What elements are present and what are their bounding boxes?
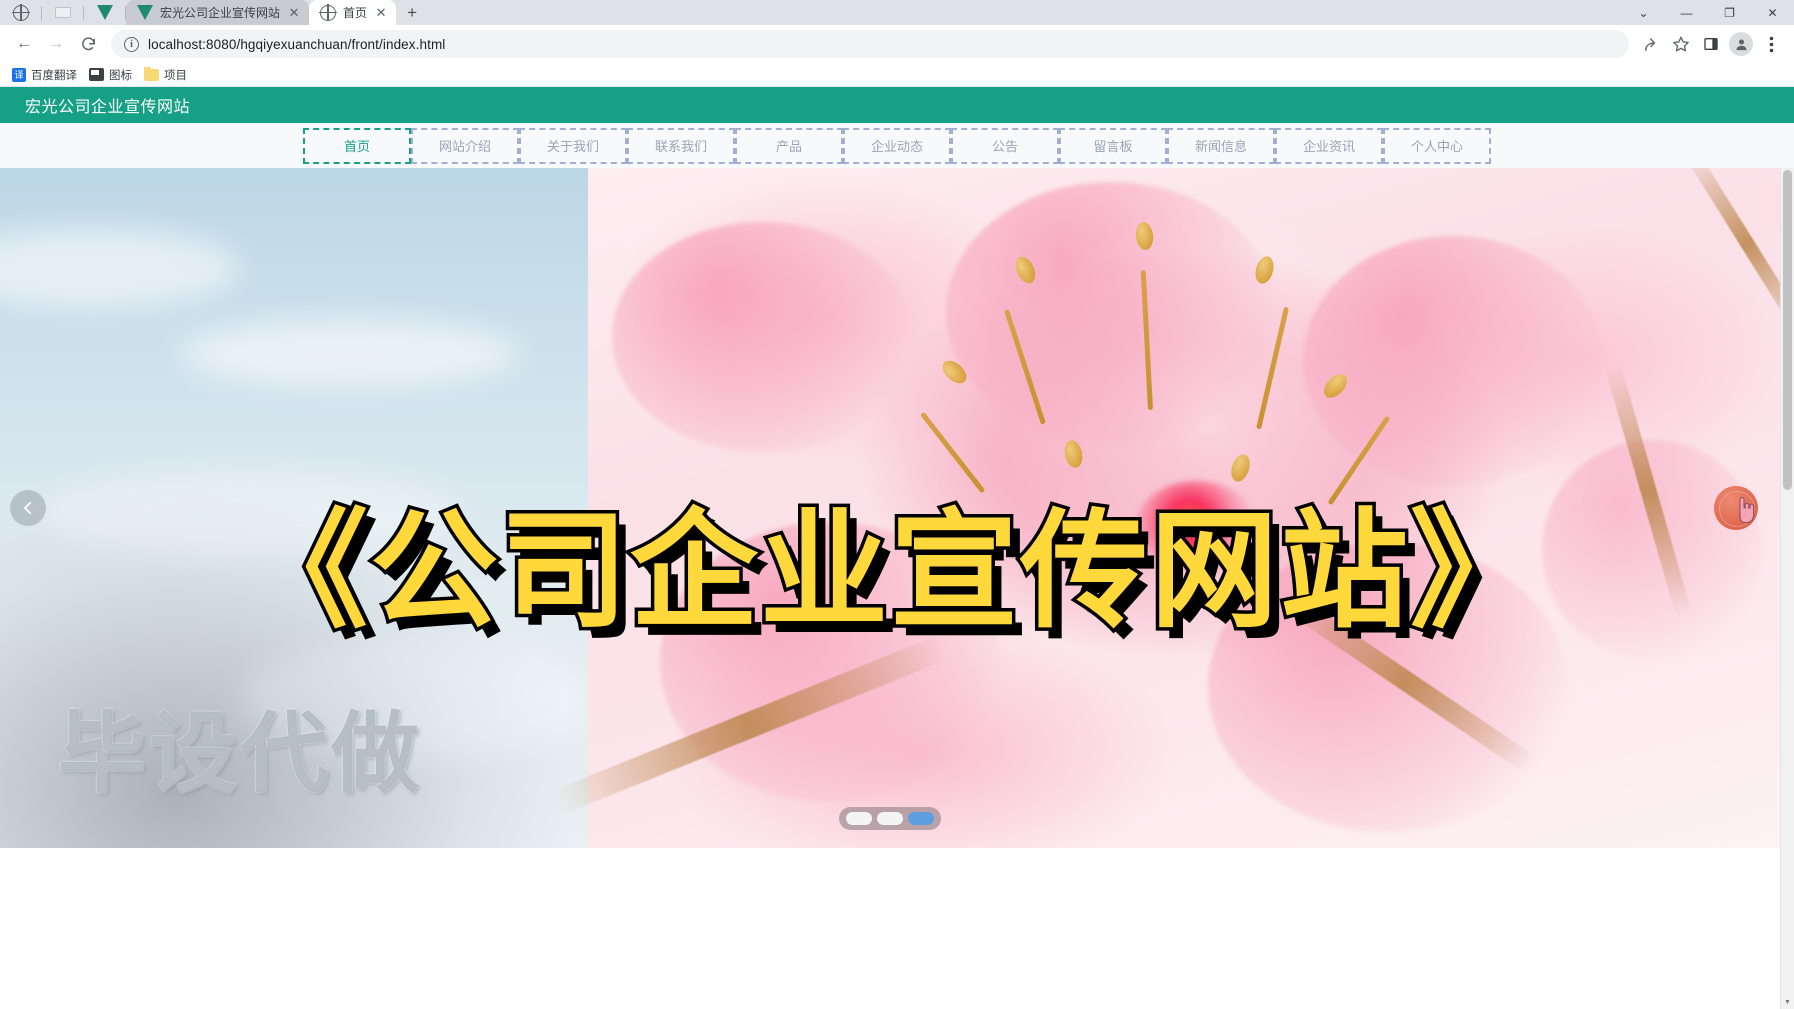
vue-logo-icon [97,5,113,20]
nav-item-contact-us[interactable]: 联系我们 [627,127,735,164]
reload-button[interactable] [72,28,104,60]
tab-strip: 宏光公司企业宣传网站 ✕ 首页 ✕ + ⌄ — ❐ ✕ [0,0,1794,25]
nav-item-home[interactable]: 首页 [303,127,411,164]
nav-item-announcements[interactable]: 公告 [951,127,1059,164]
tab-title: 首页 [343,6,368,20]
mini-tab-vue[interactable] [84,0,126,25]
nav-item-products[interactable]: 产品 [735,127,843,164]
browser-toolbar: ← → i localhost:8080/hgqiyexuanchuan/fro… [0,25,1794,63]
hero-carousel[interactable]: 《公司企业宣传网站》 毕设代做 ‹ [0,168,1780,848]
new-tab-button[interactable]: + [398,0,426,25]
bookmark-label: 百度翻译 [31,69,77,82]
maximize-button[interactable]: ❐ [1708,0,1751,25]
reload-icon [81,36,95,50]
browser-window: 宏光公司企业宣传网站 ✕ 首页 ✕ + ⌄ — ❐ ✕ ← → i localh… [0,0,1794,1009]
watermark-text: 毕设代做 [58,702,423,805]
bookmark-icons[interactable]: 图标 [87,65,138,85]
bookmarks-bar: 译 百度翻译 图标 项目 [0,63,1794,87]
scrollbar-thumb[interactable] [1783,170,1792,490]
bookmark-label: 项目 [164,69,187,82]
vue-logo-icon [137,5,153,20]
bookmark-label: 图标 [109,69,132,82]
site-info-icon[interactable]: i [124,36,139,52]
forward-button[interactable]: → [40,28,72,60]
mini-tab-globe[interactable] [0,0,42,25]
side-panel-icon[interactable] [1696,29,1726,59]
nav-item-company-updates[interactable]: 企业动态 [843,127,951,164]
mouse-cursor-pointer-icon [1736,496,1758,524]
page-scrollbar[interactable]: ▲ ▼ [1780,168,1794,1009]
close-icon[interactable]: ✕ [374,6,388,20]
nav-item-personal-center[interactable]: 个人中心 [1383,127,1491,164]
carousel-indicator-1[interactable] [846,812,872,825]
close-icon[interactable]: ✕ [287,6,301,20]
url-text: localhost:8080/hgqiyexuanchuan/front/ind… [148,36,446,52]
bookmark-baidu-translate[interactable]: 译 百度翻译 [10,65,83,85]
tab-search-chevron-icon[interactable]: ⌄ [1622,0,1665,25]
share-icon[interactable] [1636,29,1666,59]
three-dot-menu-icon[interactable] [1756,29,1786,59]
nav-item-message-board[interactable]: 留言板 [1059,127,1167,164]
avatar [1729,32,1753,56]
carousel-indicator-3[interactable] [908,812,934,825]
address-bar[interactable]: i localhost:8080/hgqiyexuanchuan/front/i… [111,30,1629,58]
nav-item-site-intro[interactable]: 网站介绍 [411,127,519,164]
minimize-button[interactable]: — [1665,0,1708,25]
tab-index-page[interactable]: 首页 ✕ [309,0,397,25]
bookmark-project-folder[interactable]: 项目 [142,65,193,85]
window-controls: ⌄ — ❐ ✕ [1622,0,1794,25]
carousel-headline: 《公司企业宣传网站》 [236,497,1541,646]
nav-item-company-news[interactable]: 企业资讯 [1275,127,1383,164]
carousel-indicator-2[interactable] [877,812,903,825]
tab-title: 宏光公司企业宣传网站 [160,6,281,20]
image-flag-icon [89,68,104,81]
site-header: 宏光公司企业宣传网站 [0,87,1794,123]
globe-icon [319,3,337,22]
close-window-button[interactable]: ✕ [1751,0,1794,25]
tab-hongguang-site[interactable]: 宏光公司企业宣传网站 ✕ [126,0,310,25]
folder-icon [144,66,159,81]
mini-tab-blank[interactable] [42,0,84,25]
page-title: 宏光公司企业宣传网站 [25,99,191,116]
carousel-prev-button[interactable]: ‹ [10,490,46,526]
translate-icon: 译 [12,67,26,82]
carousel-indicators[interactable] [839,807,941,830]
star-icon[interactable] [1666,29,1696,59]
nav-items: 首页 网站介绍 关于我们 联系我们 产品 企业动态 公告 留言板 新闻信息 企业… [303,127,1491,164]
site-navigation: 首页 网站介绍 关于我们 联系我们 产品 企业动态 公告 留言板 新闻信息 企业… [0,123,1794,168]
profile-avatar-icon[interactable] [1726,29,1756,59]
globe-icon [12,3,30,22]
nav-item-about-us[interactable]: 关于我们 [519,127,627,164]
blank-page-icon [55,7,71,18]
back-button[interactable]: ← [8,28,40,60]
page-viewport: 宏光公司企业宣传网站 首页 网站介绍 关于我们 联系我们 产品 企业动态 公告 … [0,87,1794,1009]
nav-item-news-info[interactable]: 新闻信息 [1167,127,1275,164]
scroll-down-icon[interactable]: ▼ [1781,995,1794,1009]
